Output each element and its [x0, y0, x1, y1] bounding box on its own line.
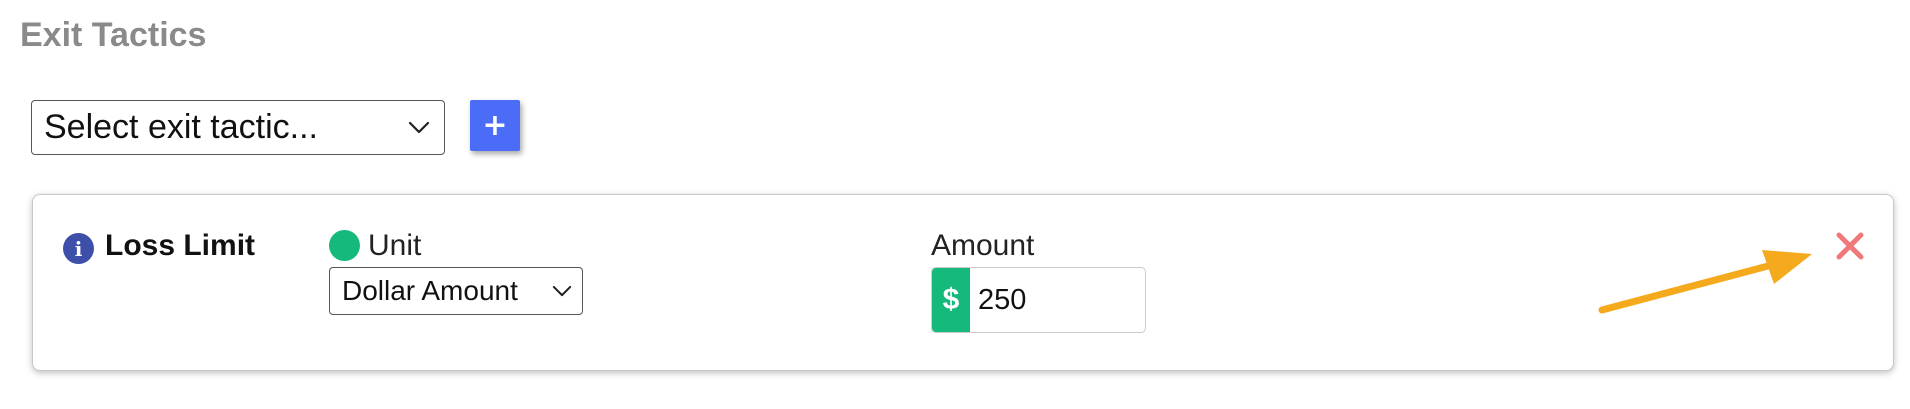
- close-icon: [1836, 232, 1864, 260]
- section-title: Exit Tactics: [20, 16, 207, 54]
- chevron-down-icon: [552, 285, 572, 296]
- amount-field: $: [931, 267, 1146, 333]
- info-icon[interactable]: i: [63, 233, 94, 264]
- exit-tactic-select[interactable]: Select exit tactic...: [31, 100, 445, 155]
- exit-tactics-page: Exit Tactics Select exit tactic... + i L…: [0, 0, 1910, 409]
- amount-label: Amount: [931, 229, 1035, 262]
- annotation-arrow-icon: [1598, 250, 1812, 314]
- exit-tactic-select-label: Select exit tactic...: [44, 108, 318, 146]
- unit-status-indicator: [329, 230, 360, 261]
- unit-label: Unit: [368, 229, 422, 262]
- unit-select[interactable]: Dollar Amount: [329, 267, 583, 315]
- chevron-down-icon: [408, 121, 430, 133]
- plus-icon: +: [482, 107, 508, 143]
- remove-tactic-button[interactable]: [1831, 227, 1869, 265]
- dollar-sign-icon: $: [932, 268, 970, 332]
- add-tactic-button[interactable]: +: [470, 100, 520, 151]
- tactic-name: Loss Limit: [105, 229, 256, 262]
- amount-input[interactable]: [970, 268, 1130, 332]
- unit-select-value: Dollar Amount: [342, 275, 518, 306]
